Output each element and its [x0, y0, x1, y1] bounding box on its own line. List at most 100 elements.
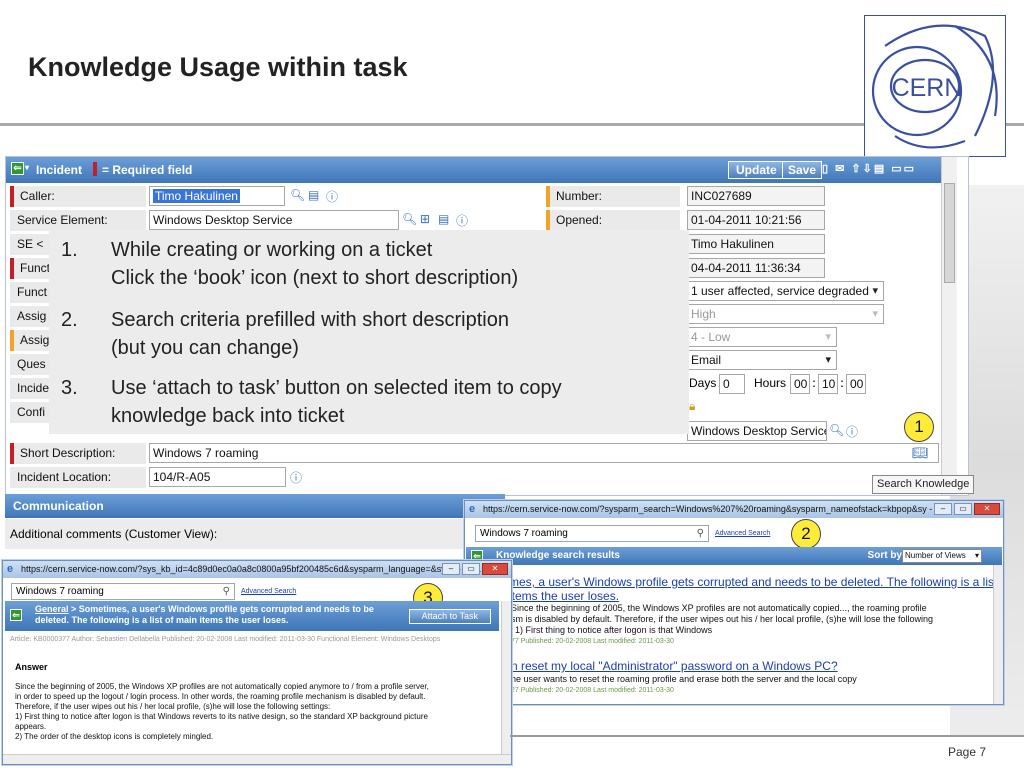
close-icon[interactable]: ✕ [974, 503, 1000, 515]
caller-label: Caller: [10, 186, 146, 207]
service-element-field[interactable]: Windows Desktop Service [149, 210, 399, 230]
context-menu-chevron-icon[interactable]: ▾ [25, 163, 29, 172]
knowledge-search-input[interactable]: Windows 7 roaming ⚲ [475, 525, 709, 542]
minimize-icon[interactable]: – [934, 503, 952, 515]
attach-to-task-button[interactable]: Attach to Task [408, 609, 491, 624]
article-body: Since the beginning of 2005, the Windows… [15, 682, 429, 741]
seconds-field[interactable]: 00 [846, 374, 866, 394]
maximize-icon[interactable]: ▭ [954, 503, 972, 515]
results-header: ⇐ Knowledge search results Sort by Numbe… [466, 547, 1002, 565]
communication-section-header[interactable]: Communication [5, 494, 505, 518]
kb-result-link[interactable]: n reset my local "Administrator" passwor… [511, 659, 838, 673]
user-info-icon[interactable]: ⓘ [326, 188, 338, 205]
required-marker [93, 162, 97, 176]
callout-badge: 2 [791, 519, 821, 549]
lookup-search-icon[interactable]: 🔍︎ [290, 188, 305, 202]
hours-field[interactable]: 00 [790, 374, 810, 394]
article-scrollbar[interactable] [501, 601, 511, 755]
minimize-icon[interactable]: – [442, 563, 460, 575]
maximize-icon[interactable]: ▭ [462, 563, 480, 575]
assignment-group-label: Assig [10, 306, 50, 327]
days-field[interactable]: 0 [719, 374, 745, 394]
form-header: ⇐ ▾ Incident = Required field Update Sav… [6, 157, 941, 183]
assigned-to-label: Assig [10, 330, 50, 351]
advanced-search-link[interactable]: Advanced Search [241, 588, 296, 595]
minutes-field[interactable]: 10 [818, 374, 838, 394]
knowledge-search-input[interactable]: Windows 7 roaming ⚲ [11, 583, 235, 600]
back-arrow-icon[interactable]: ⇐ [10, 609, 22, 621]
urgency-select[interactable]: High [687, 304, 884, 324]
page-number: Page 7 [948, 745, 987, 759]
info-icon[interactable]: ⓘ [290, 469, 302, 486]
instructions-panel: 1. While creating or working on a ticket… [49, 230, 689, 434]
number-field: INC027689 [687, 186, 825, 206]
search-knowledge-tooltip: Search Knowledge [872, 475, 975, 494]
window-controls: – ▭ ✕ [442, 563, 508, 575]
opened-label: Opened: [546, 210, 680, 231]
lookup-search-icon[interactable]: 🔍︎ [829, 423, 844, 437]
window-titlebar[interactable]: e https://cern.service-now.com/?sys_kb_i… [3, 561, 511, 578]
kb-result-link[interactable]: items the user loses. [509, 589, 619, 603]
service-element-label: Service Element: [10, 210, 146, 231]
results-scrollbar[interactable] [993, 565, 1003, 704]
impact-select[interactable]: 1 user affected, service degraded [687, 281, 884, 301]
scrollbar-thumb[interactable] [944, 183, 955, 283]
info-icon[interactable]: ⓘ [846, 423, 858, 440]
back-arrow-icon[interactable]: ⇐ [11, 162, 24, 175]
article-header: ⇐ General > Sometimes, a user's Windows … [5, 601, 499, 631]
article-meta: Article: KB0000377 Author: Sebastien Del… [10, 636, 441, 643]
opened-by-field: Timo Hakulinen [687, 234, 825, 254]
kb-result-snippet: sm is disabled by default. Therefore, if… [511, 614, 934, 624]
kb-result-meta: 27 Published: 20-02-2008 Last modified: … [511, 687, 674, 694]
days-label: Days [689, 376, 717, 390]
additional-comments-label: Additional comments (Customer View): [5, 519, 465, 549]
kb-result-snippet: 1) First thing to notice after logon is … [515, 625, 713, 635]
header-toolbar-icons[interactable]: ▯ ✉ ⇧⇩▤ ▭▭ [822, 162, 916, 175]
functional-element-label: Funct [10, 282, 50, 303]
kb-result-meta: 77 Published: 20-02-2008 Last modified: … [511, 638, 674, 645]
update-button[interactable]: Update [728, 161, 785, 179]
window-titlebar[interactable]: e https://cern.service-now.com/?sysparm_… [465, 501, 1003, 518]
article-breadcrumb: General > Sometimes, a user's Windows pr… [35, 604, 374, 625]
configuration-item-label: Confi [10, 402, 50, 423]
sort-by-select[interactable]: Number of Views [902, 549, 982, 563]
kb-result-link[interactable]: mes, a user's Windows profile gets corru… [509, 575, 997, 589]
sort-by-label: Sort by [867, 550, 902, 561]
close-icon[interactable]: ✕ [482, 563, 508, 575]
answer-heading: Answer [15, 662, 48, 672]
hierarchy-icon[interactable]: ⊞ [420, 212, 430, 226]
info-icon[interactable]: ⓘ [456, 212, 468, 229]
search-icon[interactable]: ⚲ [223, 584, 230, 599]
incident-location-field[interactable]: 104/R-A05 [149, 467, 286, 487]
reference-card-icon[interactable]: ▤ [308, 188, 319, 202]
save-button[interactable]: Save [782, 161, 823, 179]
svg-text:CERN: CERN [892, 74, 963, 102]
knowledge-search-window: e https://cern.service-now.com/?sysparm_… [464, 500, 1004, 705]
kb-result-snippet: Since the beginning of 2005, the Windows… [511, 603, 927, 613]
priority-select[interactable]: 4 - Low [687, 327, 837, 347]
caller-field[interactable]: Timo Hakulinen [149, 186, 285, 206]
lock-icon[interactable]: 🔒︎ [689, 399, 695, 414]
required-legend: = Required field [102, 163, 193, 177]
se-label: SE < [10, 234, 50, 255]
knowledge-book-icon[interactable]: 📖︎ [912, 446, 929, 461]
search-icon[interactable]: ⚲ [697, 526, 704, 541]
cern-logo: CERN [864, 15, 1006, 157]
hours-label: Hours [754, 376, 787, 390]
kb-result-snippet: he user wants to reset the roaming profi… [511, 674, 857, 684]
lookup-search-icon[interactable]: 🔍︎ [402, 212, 417, 226]
opened-field: 01-04-2011 10:21:56 [687, 210, 825, 230]
browser-icon: e [469, 503, 476, 515]
window-controls: – ▭ ✕ [934, 503, 1000, 515]
updated-field: 04-04-2011 11:36:34 [687, 258, 825, 278]
category-link[interactable]: General [35, 604, 69, 614]
short-description-field[interactable]: Windows 7 roaming [149, 443, 939, 463]
article-horizontal-scrollbar[interactable] [3, 754, 511, 764]
reference-card-icon[interactable]: ▤ [438, 212, 449, 226]
browser-icon: e [7, 563, 14, 575]
contact-type-select[interactable]: Email [687, 350, 837, 370]
number-label: Number: [546, 186, 680, 207]
advanced-search-link[interactable]: Advanced Search [715, 530, 770, 537]
form-scrollbar[interactable] [941, 157, 957, 495]
service-offering-field[interactable]: Windows Desktop Service [687, 421, 827, 441]
